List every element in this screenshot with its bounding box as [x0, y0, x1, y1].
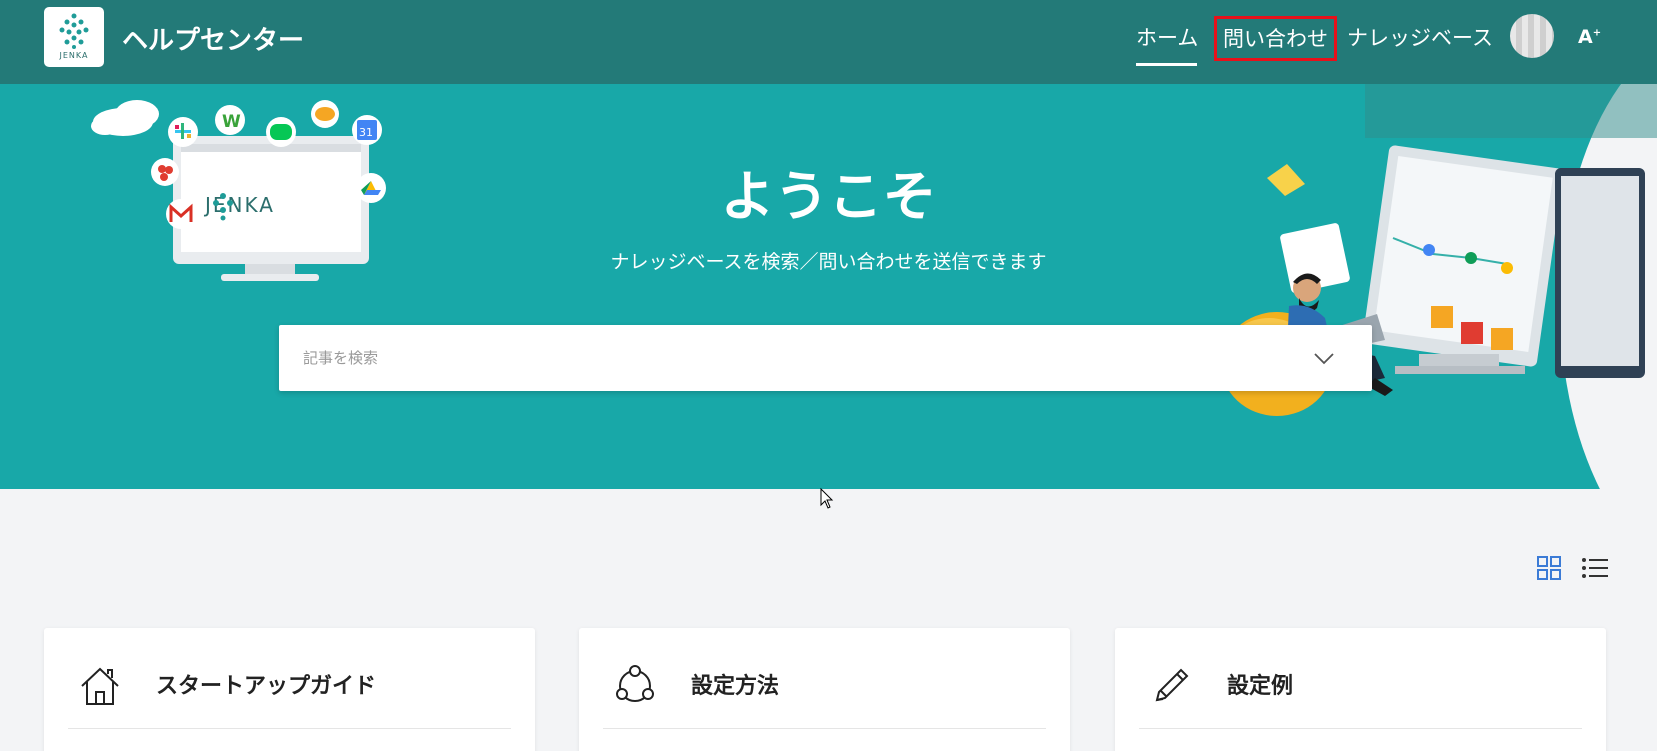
nav-active-underline — [1136, 63, 1197, 66]
category-card-startup-guide[interactable]: スタートアップガイド — [44, 628, 535, 751]
card-divider — [603, 728, 1046, 729]
font-size-label: A — [1578, 26, 1593, 48]
jenka-logo[interactable]: JENKA — [44, 7, 104, 67]
svg-text:31: 31 — [359, 126, 373, 139]
category-title: スタートアップガイド — [156, 674, 377, 699]
nav-contact-link[interactable]: 問い合わせ — [1214, 16, 1337, 61]
category-title: 設定例 — [1227, 674, 1294, 699]
list-view-icon[interactable] — [1581, 556, 1609, 580]
house-icon — [81, 667, 119, 705]
search-bar — [279, 325, 1372, 391]
nav-home-link[interactable]: ホーム — [1136, 22, 1198, 52]
mouse-cursor-icon — [820, 488, 834, 509]
hero-banner: JENKA W 31 ようこそ ナレッジベースを検索／問い合わせを送信できます … — [0, 84, 1657, 489]
card-divider — [68, 728, 511, 729]
category-card-setup-method[interactable]: 設定方法 — [579, 628, 1070, 751]
nav-knowledge-base-link[interactable]: ナレッジベース — [1347, 22, 1493, 52]
site-title[interactable]: ヘルプセンター — [122, 20, 304, 57]
card-divider — [1139, 728, 1582, 729]
font-size-plus: + — [1592, 27, 1602, 39]
welcome-heading: ようこそ — [720, 165, 937, 228]
search-input[interactable] — [303, 345, 1263, 371]
grid-view-icon[interactable] — [1537, 556, 1561, 580]
top-navigation-bar: JENKA ヘルプセンター ホーム 問い合わせ ナレッジベース A+ — [0, 0, 1657, 84]
svg-text:W: W — [222, 112, 241, 132]
jenka-logo-mark-icon — [59, 13, 89, 49]
category-card-setup-examples[interactable]: 設定例 — [1115, 628, 1606, 751]
category-title: 設定方法 — [691, 674, 780, 699]
logo-wordmark: JENKA — [59, 51, 89, 60]
pencil-icon — [1155, 668, 1189, 702]
user-avatar[interactable] — [1510, 14, 1554, 58]
hero-subtitle: ナレッジベースを検索／問い合わせを送信できます — [610, 251, 1047, 273]
font-size-button[interactable]: A+ — [1578, 26, 1601, 48]
chevron-down-icon[interactable] — [1309, 343, 1339, 373]
share-network-icon — [616, 665, 654, 702]
